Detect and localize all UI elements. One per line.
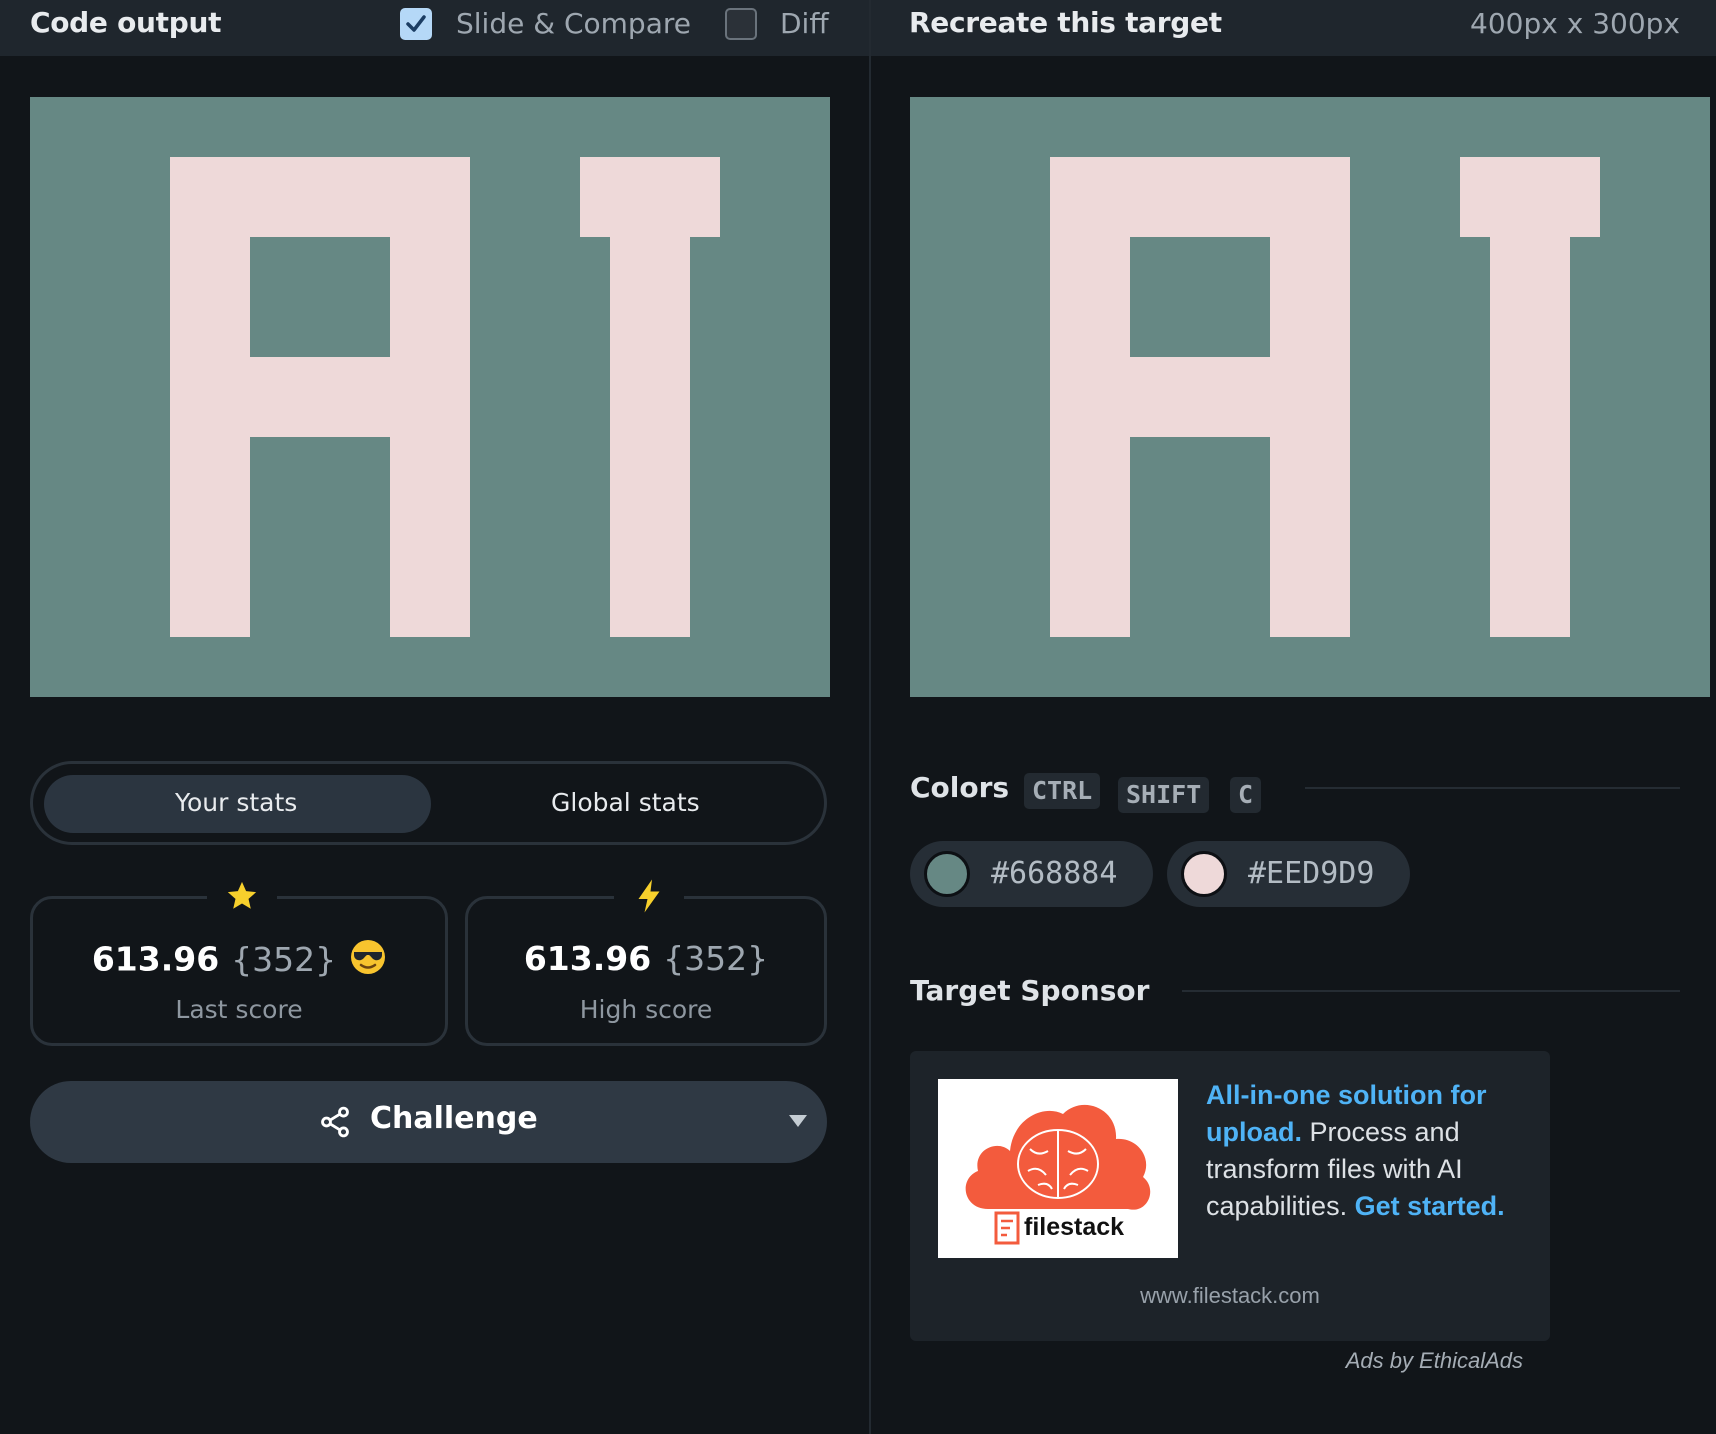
- target-size: 400px x 300px: [1470, 7, 1680, 40]
- letter-i-top-bar: [1460, 157, 1600, 237]
- share-icon: [321, 1106, 349, 1138]
- sponsor-ad-url[interactable]: www.filestack.com: [910, 1283, 1550, 1309]
- target-pane: Recreate this target 400px x 300px Color…: [871, 0, 1716, 1434]
- code-output-title: Code output: [30, 6, 222, 39]
- letter-a-lower-gap: [250, 437, 390, 637]
- color-swatch-2[interactable]: #EED9D9: [1167, 841, 1410, 907]
- letter-i-stem: [1490, 237, 1570, 637]
- target-header: Recreate this target 400px x 300px: [871, 0, 1716, 56]
- last-score-value-row: 613.96 {352}: [33, 939, 445, 983]
- filestack-logo-text: filestack: [1024, 1213, 1125, 1241]
- slide-compare-checkbox[interactable]: [400, 8, 432, 40]
- checkmark-icon: [406, 15, 426, 32]
- last-score-label: Last score: [175, 995, 303, 1024]
- ads-by-ethicalads[interactable]: Ads by EthicalAds: [1346, 1348, 1523, 1374]
- high-score-card: 613.96 {352} High score: [465, 877, 827, 1046]
- letter-a-lower-gap: [1130, 437, 1270, 637]
- shortcut-key-ctrl: CTRL: [1024, 773, 1101, 809]
- stats-toggle: Your stats Global stats: [30, 761, 827, 845]
- sponsor-title: Target Sponsor: [910, 974, 1150, 1007]
- letter-a-upper-gap: [250, 237, 390, 357]
- app-root: Code output Slide & Compare Diff Your st…: [0, 0, 1716, 1434]
- diff-checkbox[interactable]: [725, 8, 757, 40]
- shortcut-key-shift: SHIFT: [1118, 777, 1210, 813]
- last-score-card: 613.96 {352} Last score: [30, 877, 448, 1046]
- letter-i-top-bar: [580, 157, 720, 237]
- shortcut-key-c: C: [1230, 777, 1262, 813]
- colors-title: Colors: [910, 771, 1010, 804]
- sunglasses-emoji-icon: [350, 939, 386, 983]
- color-swatch-dot: [924, 851, 970, 897]
- target-canvas: [910, 97, 1710, 697]
- lightning-icon: [638, 879, 660, 913]
- filestack-logo[interactable]: filestack: [938, 1079, 1178, 1258]
- challenge-button[interactable]: Challenge: [30, 1081, 827, 1163]
- last-score-badge: [207, 877, 277, 917]
- sponsor-ad-text[interactable]: All-in-one solution for upload. Process …: [1206, 1077, 1526, 1225]
- slide-compare-label[interactable]: Slide & Compare: [456, 7, 691, 40]
- tab-global-stats[interactable]: Global stats: [551, 788, 700, 817]
- color-swatch-1[interactable]: #668884: [910, 841, 1153, 907]
- colors-divider: [1305, 787, 1680, 789]
- high-score-value-row: 613.96 {352}: [468, 939, 824, 978]
- letter-a-upper-gap: [1130, 237, 1270, 357]
- sponsor-divider: [1182, 990, 1680, 992]
- chevron-down-icon[interactable]: [789, 1115, 807, 1127]
- color-swatch-dot: [1181, 851, 1227, 897]
- color-swatch-code[interactable]: #EED9D9: [1248, 856, 1374, 891]
- letter-i-stem: [610, 237, 690, 637]
- challenge-label[interactable]: Challenge: [370, 1101, 538, 1136]
- high-score-badge: [614, 877, 684, 917]
- code-output-pane: Code output Slide & Compare Diff Your st…: [0, 0, 869, 1434]
- last-score-chars: {352}: [231, 939, 337, 979]
- diff-label[interactable]: Diff: [780, 7, 829, 40]
- target-title: Recreate this target: [909, 6, 1222, 39]
- high-score-value: 613.96: [523, 939, 652, 978]
- code-output-canvas[interactable]: [30, 97, 830, 697]
- sponsor-ad[interactable]: filestack All-in-one solution for upload…: [910, 1051, 1550, 1341]
- code-output-header: Code output Slide & Compare Diff: [0, 0, 869, 56]
- high-score-label: High score: [579, 995, 713, 1024]
- last-score-value: 613.96: [91, 939, 220, 979]
- high-score-chars: {352}: [663, 939, 769, 978]
- tab-your-stats-label[interactable]: Your stats: [175, 788, 297, 817]
- sponsor-ad-cta[interactable]: Get started.: [1355, 1191, 1505, 1221]
- star-icon: [227, 881, 257, 909]
- color-swatch-code[interactable]: #668884: [991, 856, 1117, 891]
